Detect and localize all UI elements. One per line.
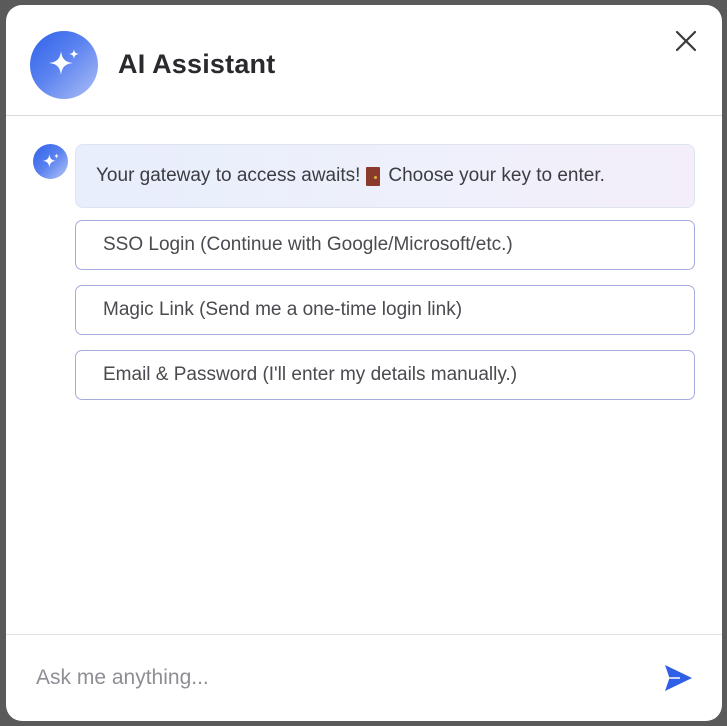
dialog-header: AI Assistant — [6, 5, 722, 116]
send-icon — [665, 665, 692, 691]
conversation-area: Your gateway to access awaits! Choose yo… — [6, 116, 722, 634]
message-text-end: Choose your key to enter. — [388, 165, 605, 186]
assistant-message: Your gateway to access awaits! Choose yo… — [75, 144, 695, 208]
input-bar — [6, 634, 722, 721]
door-icon — [366, 166, 381, 186]
option-sso-login[interactable]: SSO Login (Continue with Google/Microsof… — [75, 220, 695, 270]
option-label: SSO Login (Continue with Google/Microsof… — [103, 234, 513, 255]
option-email-password[interactable]: Email & Password (I'll enter my details … — [75, 350, 695, 400]
send-button[interactable] — [662, 662, 694, 694]
close-icon — [675, 30, 697, 52]
option-label: Email & Password (I'll enter my details … — [103, 364, 518, 385]
message-avatar — [33, 144, 68, 179]
chat-input[interactable] — [34, 659, 638, 697]
message-text-start: Your gateway to access awaits! — [96, 165, 361, 186]
option-magic-link[interactable]: Magic Link (Send me a one-time login lin… — [75, 285, 695, 335]
close-button[interactable] — [672, 27, 700, 55]
option-label: Magic Link (Send me a one-time login lin… — [103, 299, 463, 320]
sparkle-icon — [42, 152, 59, 167]
ai-assistant-dialog: AI Assistant Your gateway to access awai… — [6, 5, 722, 721]
dialog-title: AI Assistant — [118, 49, 276, 79]
sparkle-icon — [49, 49, 79, 75]
assistant-avatar — [30, 31, 98, 99]
